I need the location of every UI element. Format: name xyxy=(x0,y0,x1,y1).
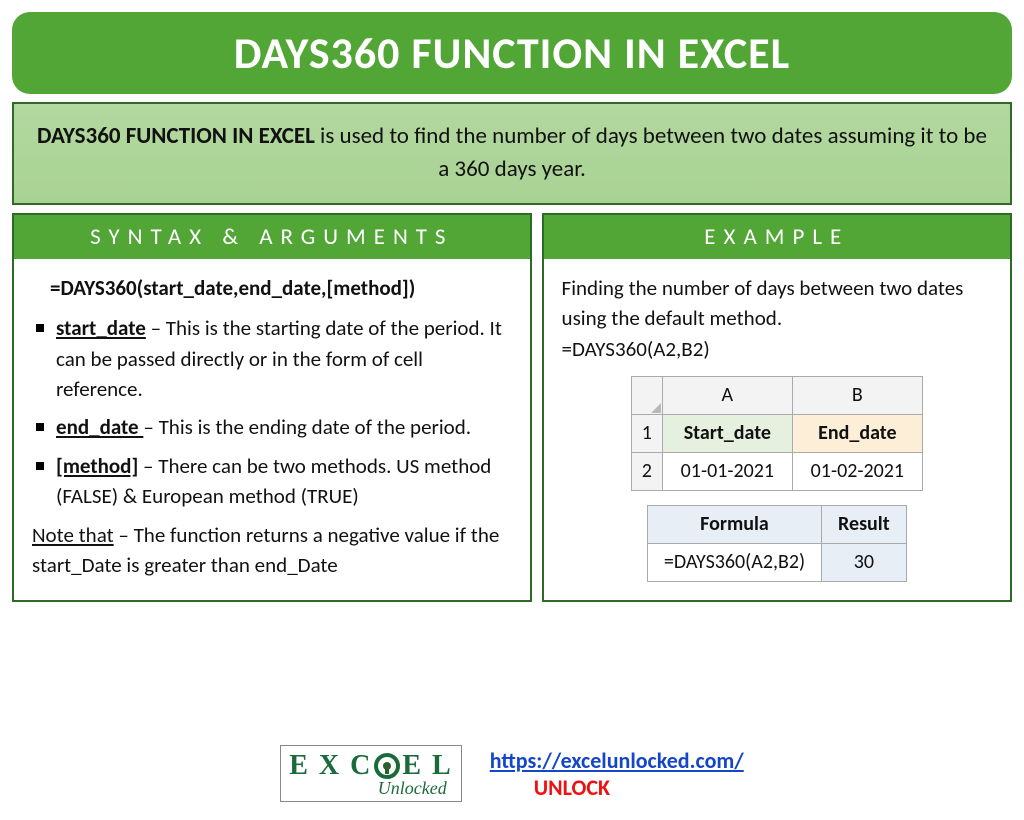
grid-cell-a1: Start_date xyxy=(662,415,792,453)
example-data-grid: A B 1 Start_date End_date 2 01-01-2021 0… xyxy=(631,376,923,491)
argument-name: [method] xyxy=(56,453,138,479)
description-lead: DAYS360 FUNCTION IN EXCEL xyxy=(37,122,315,150)
logo: E X C E L Unlocked xyxy=(280,745,461,802)
two-column-layout: SYNTAX & ARGUMENTS =DAYS360(start_date,e… xyxy=(12,213,1012,602)
footer-link-block: https://excelunlocked.com/ UNLOCK xyxy=(490,747,744,801)
syntax-formula: =DAYS360(start_date,end_date,[method]) xyxy=(32,273,512,303)
arguments-list: start_date – This is the starting date o… xyxy=(32,313,512,512)
main-title-banner: DAYS360 FUNCTION IN EXCEL xyxy=(12,12,1012,94)
argument-item: start_date – This is the starting date o… xyxy=(36,313,512,404)
argument-item: end_date – This is the ending date of th… xyxy=(36,412,512,442)
description-panel: DAYS360 FUNCTION IN EXCEL is used to fin… xyxy=(12,102,1012,205)
grid-header-row: A B xyxy=(631,377,922,415)
syntax-body: =DAYS360(start_date,end_date,[method]) s… xyxy=(14,259,530,599)
grid-row-1: 1 Start_date End_date xyxy=(631,415,922,453)
keyhole-icon xyxy=(374,753,400,779)
note-label: Note that xyxy=(32,522,114,548)
example-intro-block: Finding the number of days between two d… xyxy=(562,273,992,364)
bullet-icon xyxy=(36,324,44,332)
logo-subtitle: Unlocked xyxy=(378,778,447,799)
grid-col-a-header: A xyxy=(662,377,792,415)
argument-text: end_date – This is the ending date of th… xyxy=(56,412,471,442)
example-intro: Finding the number of days between two d… xyxy=(562,275,964,331)
syntax-note: Note that – The function returns a negat… xyxy=(32,520,512,581)
grid-row-1-header: 1 xyxy=(631,415,662,453)
example-formula-call: =DAYS360(A2,B2) xyxy=(562,336,710,362)
grid-corner-cell xyxy=(631,377,662,415)
result-header-formula: Formula xyxy=(647,506,821,544)
grid-cell-b2: 01-02-2021 xyxy=(792,453,922,491)
result-header-row: Formula Result xyxy=(647,506,906,544)
example-panel: EXAMPLE Finding the number of days betwe… xyxy=(542,213,1012,602)
grid-cell-a2: 01-01-2021 xyxy=(662,453,792,491)
grid-row-2: 2 01-01-2021 01-02-2021 xyxy=(631,453,922,491)
argument-name: end_date xyxy=(56,414,143,440)
footer: E X C E L Unlocked https://excelunlocked… xyxy=(0,745,1024,802)
argument-desc: – This is the ending date of the period. xyxy=(143,414,471,440)
example-body: Finding the number of days between two d… xyxy=(544,259,1010,600)
bullet-icon xyxy=(36,423,44,431)
logo-text-part1: E X C xyxy=(289,750,372,782)
example-heading: EXAMPLE xyxy=(544,215,1010,259)
syntax-panel: SYNTAX & ARGUMENTS =DAYS360(start_date,e… xyxy=(12,213,532,602)
description-rest: is used to find the number of days betwe… xyxy=(315,122,987,183)
argument-text: start_date – This is the starting date o… xyxy=(56,313,512,404)
grid-row-2-header: 2 xyxy=(631,453,662,491)
website-link[interactable]: https://excelunlocked.com/ xyxy=(490,747,744,774)
syntax-heading: SYNTAX & ARGUMENTS xyxy=(14,215,530,259)
argument-name: start_date xyxy=(56,315,146,341)
argument-item: [method] – There can be two methods. US … xyxy=(36,451,512,512)
unlock-label: UNLOCK xyxy=(534,774,744,801)
example-result-table: Formula Result =DAYS360(A2,B2) 30 xyxy=(647,505,907,582)
result-data-row: =DAYS360(A2,B2) 30 xyxy=(647,544,906,582)
result-header-result: Result xyxy=(822,506,907,544)
bullet-icon xyxy=(36,462,44,470)
result-value-cell: 30 xyxy=(822,544,907,582)
grid-col-b-header: B xyxy=(792,377,922,415)
grid-cell-b1: End_date xyxy=(792,415,922,453)
main-title: DAYS360 FUNCTION IN EXCEL xyxy=(234,26,790,80)
argument-text: [method] – There can be two methods. US … xyxy=(56,451,512,512)
result-formula-cell: =DAYS360(A2,B2) xyxy=(647,544,821,582)
